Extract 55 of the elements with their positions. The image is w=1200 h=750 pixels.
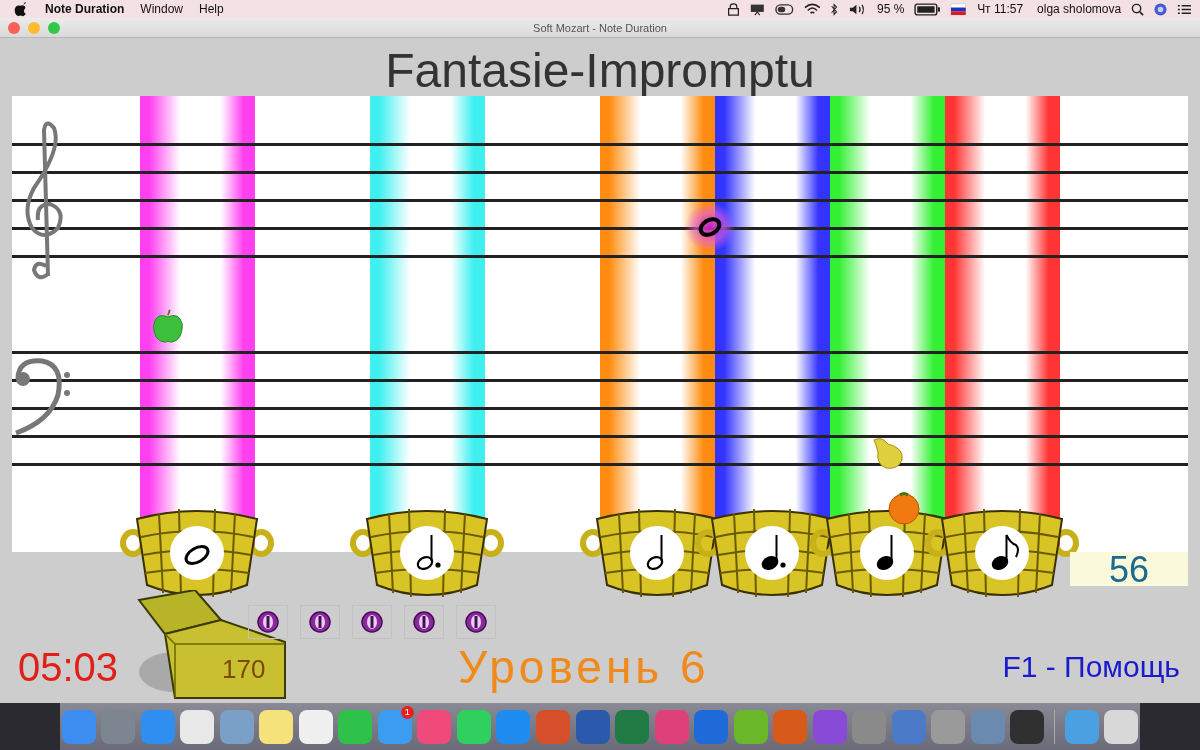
chest-count: 170 <box>222 654 266 685</box>
app-icon[interactable] <box>259 709 294 744</box>
display-icon[interactable] <box>750 2 766 16</box>
close-button[interactable] <box>8 22 20 34</box>
app-icon[interactable] <box>377 709 412 744</box>
bluetooth-icon[interactable] <box>830 2 839 16</box>
flag-icon[interactable] <box>950 2 968 16</box>
menu-item[interactable]: Window <box>140 2 184 16</box>
timer: 05:03 <box>18 644 119 690</box>
window-title: Soft Mozart - Note Duration <box>533 21 667 34</box>
help-hint: F1 - Помощь <box>1002 650 1180 684</box>
battery-icon[interactable] <box>914 2 941 16</box>
lock-icon[interactable] <box>727 2 741 16</box>
coin-icon <box>257 611 279 633</box>
user-name[interactable]: olga sholomova <box>1037 2 1122 16</box>
level-label: Уровень 6 <box>458 640 710 694</box>
wifi-icon[interactable] <box>803 2 821 16</box>
dotted-half-note-icon <box>399 525 455 581</box>
bass-clef-icon <box>12 355 72 437</box>
app-icon[interactable] <box>931 709 966 744</box>
coin-icon <box>361 611 383 633</box>
coin-icon <box>309 611 331 633</box>
app-icon[interactable] <box>456 709 491 744</box>
app-icon[interactable] <box>298 709 333 744</box>
app-icon[interactable] <box>338 709 373 744</box>
clock[interactable]: Чт 11:57 <box>977 2 1024 16</box>
app-icon[interactable] <box>1010 709 1045 744</box>
menu-item[interactable]: Help <box>199 2 224 16</box>
glowing-whole-note-icon <box>684 201 736 253</box>
eighth-note-icon <box>974 525 1030 581</box>
app-icon[interactable] <box>575 709 610 744</box>
app-icon[interactable] <box>1104 709 1139 744</box>
coin-icon <box>413 611 435 633</box>
dotted-quarter-note-icon <box>744 525 800 581</box>
app-icon[interactable] <box>180 709 215 744</box>
minimize-button[interactable] <box>28 22 40 34</box>
piece-title: Fantasie-Impromptu <box>384 43 816 96</box>
quarter-note-icon <box>859 525 915 581</box>
app-icon[interactable] <box>219 709 254 744</box>
tangerine-icon <box>888 491 920 525</box>
zoom-button[interactable] <box>48 22 60 34</box>
app-menu[interactable]: Note Duration <box>45 2 125 16</box>
apple-logo-icon[interactable] <box>14 1 27 17</box>
siri-icon[interactable] <box>1154 2 1168 16</box>
coin-icon <box>465 611 487 633</box>
score-counter: 56 <box>1070 552 1188 586</box>
battery-percent: 95 % <box>877 2 905 16</box>
whole-note-icon <box>169 525 225 581</box>
apple-icon <box>150 308 186 344</box>
search-icon[interactable] <box>1131 2 1145 16</box>
half-note-icon <box>629 525 685 581</box>
toggle-icon[interactable] <box>775 2 794 16</box>
app-icon[interactable] <box>733 709 768 744</box>
app-icon[interactable] <box>1064 709 1099 744</box>
list-icon[interactable] <box>1177 2 1192 16</box>
